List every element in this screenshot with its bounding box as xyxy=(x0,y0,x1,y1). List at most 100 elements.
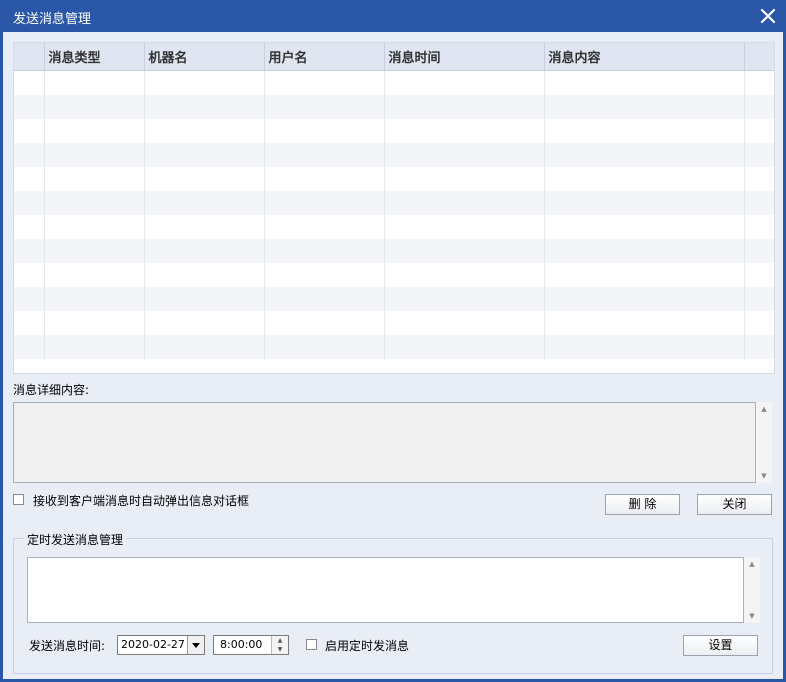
table-cell xyxy=(544,95,745,119)
schedule-group-title: 定时发送消息管理 xyxy=(24,531,127,548)
chevron-down-icon xyxy=(192,642,200,648)
table-row[interactable] xyxy=(14,95,774,119)
table-cell xyxy=(264,143,385,167)
table-cell xyxy=(544,311,745,335)
table-cell xyxy=(14,311,45,335)
table-cell xyxy=(44,143,145,167)
table-row[interactable] xyxy=(14,143,774,167)
table-cell xyxy=(44,311,145,335)
send-time-label: 发送消息时间: xyxy=(29,639,106,653)
schedule-message-textarea[interactable] xyxy=(27,557,744,623)
table-cell xyxy=(14,70,45,95)
column-header-filler xyxy=(744,43,774,71)
time-spin-buttons[interactable]: ▲ ▼ xyxy=(271,636,288,654)
send-date-picker[interactable]: 2020-02-27 xyxy=(117,635,205,655)
column-header-machine-name[interactable]: 机器名 xyxy=(144,43,265,71)
send-time-spinner[interactable]: 8:00:00 ▲ ▼ xyxy=(213,635,289,655)
table-cell xyxy=(544,215,745,239)
auto-popup-label: 接收到客户端消息时自动弹出信息对话框 xyxy=(33,494,250,508)
table-cell xyxy=(384,311,545,335)
table-cell xyxy=(264,215,385,239)
title-bar: 发送消息管理 xyxy=(0,0,786,32)
table-row[interactable] xyxy=(14,70,774,95)
table-cell xyxy=(14,143,45,167)
table-row[interactable] xyxy=(14,335,774,359)
table-cell xyxy=(144,119,265,143)
table-cell xyxy=(44,263,145,287)
table-cell xyxy=(264,70,385,95)
table-cell xyxy=(144,167,265,191)
table-cell xyxy=(144,263,265,287)
auto-popup-checkbox[interactable] xyxy=(13,494,24,505)
table-row[interactable] xyxy=(14,311,774,335)
spin-up-icon[interactable]: ▲ xyxy=(272,636,288,645)
table-cell xyxy=(544,287,745,311)
table-cell xyxy=(44,239,145,263)
table-row[interactable] xyxy=(14,119,774,143)
table-row[interactable] xyxy=(14,239,774,263)
column-header-message-content[interactable]: 消息内容 xyxy=(544,43,745,71)
table-cell xyxy=(384,143,545,167)
table-cell xyxy=(14,167,45,191)
table-cell xyxy=(44,167,145,191)
scroll-up-icon[interactable]: ▲ xyxy=(756,402,772,416)
table-cell xyxy=(544,239,745,263)
table-cell xyxy=(544,191,745,215)
table-cell xyxy=(544,143,745,167)
table-cell xyxy=(44,119,145,143)
table-cell xyxy=(264,335,385,359)
send-date-value: 2020-02-27 xyxy=(121,638,185,651)
table-cell xyxy=(384,95,545,119)
window-close-button[interactable] xyxy=(756,4,780,28)
table-row[interactable] xyxy=(14,167,774,191)
set-button[interactable]: 设置 xyxy=(683,635,758,656)
table-cell xyxy=(144,215,265,239)
table-cell xyxy=(384,335,545,359)
message-grid[interactable]: 消息类型 机器名 用户名 消息时间 消息内容 xyxy=(13,42,775,374)
table-row[interactable] xyxy=(14,263,774,287)
table-cell xyxy=(264,119,385,143)
close-button[interactable]: 关闭 xyxy=(697,494,772,515)
table-row[interactable] xyxy=(14,215,774,239)
table-cell xyxy=(14,119,45,143)
schedule-group: 定时发送消息管理 ▲ ▼ 发送消息时间: 2020-02-27 8:00:00 … xyxy=(13,531,773,674)
table-cell xyxy=(744,70,774,95)
message-manager-window: 发送消息管理 消息类型 机器名 用户名 消息时间 消息内容 消息详细内容: ▲ … xyxy=(0,0,786,682)
table-cell xyxy=(14,215,45,239)
column-header-indicator[interactable] xyxy=(14,43,45,71)
detail-content-textarea[interactable] xyxy=(13,402,756,483)
table-cell xyxy=(744,239,774,263)
table-cell xyxy=(264,191,385,215)
date-dropdown-button[interactable] xyxy=(187,636,204,654)
table-cell xyxy=(44,335,145,359)
scroll-up-icon[interactable]: ▲ xyxy=(744,557,760,571)
table-cell xyxy=(384,191,545,215)
table-row[interactable] xyxy=(14,287,774,311)
detail-scrollbar[interactable]: ▲ ▼ xyxy=(756,402,772,483)
table-cell xyxy=(544,119,745,143)
table-cell xyxy=(744,143,774,167)
table-cell xyxy=(384,263,545,287)
spin-down-icon[interactable]: ▼ xyxy=(272,645,288,654)
table-cell xyxy=(744,215,774,239)
column-header-message-time[interactable]: 消息时间 xyxy=(384,43,545,71)
table-cell xyxy=(744,311,774,335)
table-cell xyxy=(744,335,774,359)
column-header-user-name[interactable]: 用户名 xyxy=(264,43,385,71)
scroll-down-icon[interactable]: ▼ xyxy=(744,609,760,623)
table-cell xyxy=(14,239,45,263)
enable-schedule-checkbox[interactable] xyxy=(306,639,317,650)
enable-schedule-label: 启用定时发消息 xyxy=(325,639,410,653)
table-cell xyxy=(544,167,745,191)
table-cell xyxy=(144,191,265,215)
scroll-down-icon[interactable]: ▼ xyxy=(756,469,772,483)
table-cell xyxy=(744,95,774,119)
table-cell xyxy=(144,239,265,263)
table-row[interactable] xyxy=(14,191,774,215)
table-cell xyxy=(384,119,545,143)
schedule-scrollbar[interactable]: ▲ ▼ xyxy=(744,557,760,623)
table-cell xyxy=(744,119,774,143)
delete-button[interactable]: 删 除 xyxy=(605,494,680,515)
column-header-message-type[interactable]: 消息类型 xyxy=(44,43,145,71)
table-cell xyxy=(264,239,385,263)
